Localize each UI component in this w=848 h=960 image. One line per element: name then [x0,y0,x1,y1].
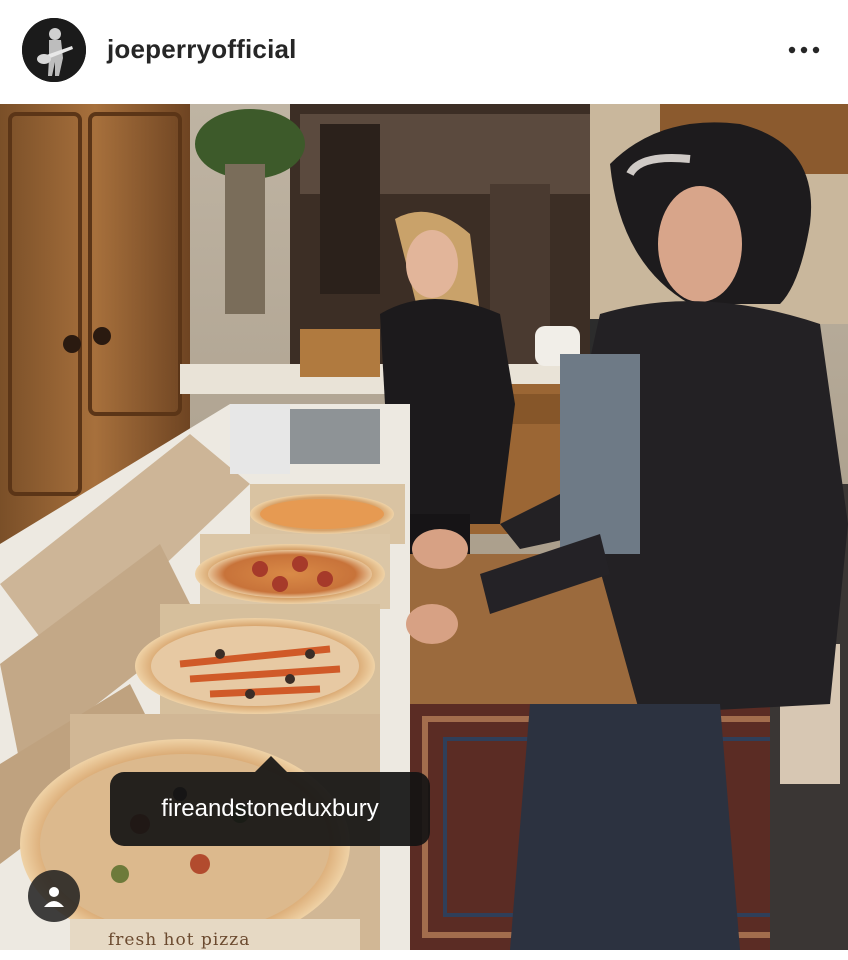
username-link[interactable]: joeperryofficial [107,34,297,65]
more-horizontal-icon [788,46,820,54]
bottom-spacer [0,950,848,960]
guitarist-silhouette-icon [22,18,86,82]
post-photo[interactable]: fireandstoneduxbury fresh hot pizza [0,104,848,950]
product-tag-bubble[interactable]: fireandstoneduxbury [110,772,430,846]
pizza-box-print: fresh hot pizza [108,930,251,950]
more-options-button[interactable] [782,30,826,70]
tag-pointer [255,756,287,772]
user-tags-button[interactable] [28,870,80,922]
person-icon [44,887,64,907]
post-header: joeperryofficial [0,0,848,104]
product-tag-label: fireandstoneduxbury [161,795,379,822]
profile-avatar[interactable] [22,18,86,82]
